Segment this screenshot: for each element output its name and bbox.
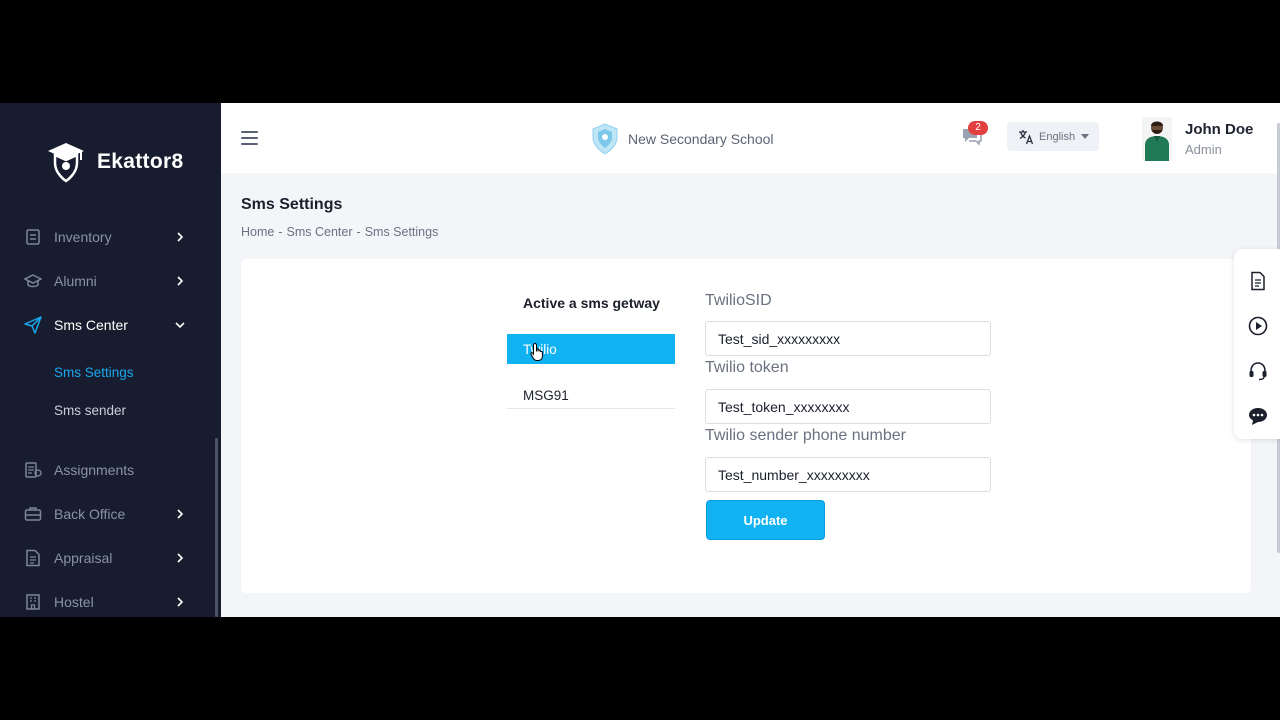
twilio-sid-input[interactable] — [705, 321, 991, 356]
sidebar-item-hostel[interactable]: Hostel — [0, 582, 210, 617]
user-role: Admin — [1185, 142, 1222, 157]
sidebar-item-label: Sms Center — [54, 317, 128, 333]
sidebar-item-assignments[interactable]: Assignments — [0, 450, 210, 490]
chevron-right-icon — [177, 276, 184, 286]
building-icon — [26, 594, 40, 610]
hand-cursor-icon — [530, 342, 543, 361]
play-circle-icon[interactable] — [1248, 316, 1268, 336]
sidebar-item-label: Appraisal — [54, 550, 113, 566]
headset-support-icon[interactable] — [1248, 361, 1268, 381]
gateway-heading: Active a sms getway — [523, 295, 660, 311]
translate-icon — [1019, 129, 1034, 144]
message-count-badge: 2 — [968, 121, 988, 135]
chevron-down-icon — [175, 322, 185, 329]
sidebar-item-inventory[interactable]: Inventory — [0, 217, 210, 257]
chat-bubble-icon[interactable] — [1248, 406, 1268, 426]
chevron-right-icon — [177, 232, 184, 242]
sms-settings-card: Active a sms getway Twilio MSG91 TwilioS… — [241, 259, 1251, 593]
chevron-right-icon — [177, 509, 184, 519]
sidebar-subitem-sms-sender[interactable]: Sms sender — [54, 403, 126, 418]
sidebar-item-appraisal[interactable]: Appraisal — [0, 538, 210, 578]
twilio-sid-label: TwilioSID — [705, 292, 772, 309]
sidebar: Ekattor8 Inventory Alumni Sms Center Sms… — [0, 103, 221, 617]
twilio-token-label: Twilio token — [705, 359, 789, 376]
brand[interactable]: Ekattor8 — [46, 141, 183, 183]
sidebar-item-label: Alumni — [54, 273, 97, 289]
sidebar-item-label: Hostel — [54, 594, 94, 610]
twilio-phone-label: Twilio sender phone number — [705, 427, 907, 444]
brand-logo-icon — [48, 143, 84, 183]
brand-name: Ekattor8 — [97, 150, 184, 173]
school-name: New Secondary School — [628, 131, 774, 147]
briefcase-icon — [24, 507, 42, 521]
sidebar-item-label: Back Office — [54, 506, 126, 522]
breadcrumb-home[interactable]: Home — [241, 225, 274, 239]
hamburger-menu-icon[interactable] — [241, 131, 258, 145]
top-header: New Secondary School 2 English John Doe … — [221, 103, 1280, 553]
user-name: John Doe — [1185, 121, 1254, 138]
sidebar-scrollbar[interactable] — [215, 438, 218, 617]
breadcrumb-separator: - — [278, 225, 283, 239]
twilio-phone-input[interactable] — [705, 457, 991, 492]
chevron-right-icon — [177, 553, 184, 563]
language-label: English — [1039, 130, 1076, 143]
app-window: Ekattor8 Inventory Alumni Sms Center Sms… — [0, 103, 1280, 617]
sidebar-item-back-office[interactable]: Back Office — [0, 494, 210, 534]
floating-toolbar — [1234, 249, 1280, 439]
breadcrumb-sms-settings: Sms Settings — [364, 225, 439, 239]
breadcrumb: Home - Sms Center - Sms Settings — [241, 225, 438, 239]
sidebar-item-sms-center[interactable]: Sms Center — [0, 305, 210, 345]
breadcrumb-separator: - — [356, 225, 361, 239]
update-button[interactable]: Update — [706, 500, 825, 540]
gateway-divider — [507, 408, 675, 409]
gateway-tab-msg91[interactable]: MSG91 — [507, 380, 675, 410]
breadcrumb-sms-center[interactable]: Sms Center — [287, 225, 353, 239]
sidebar-subitem-sms-settings[interactable]: Sms Settings — [54, 365, 134, 380]
twilio-token-input[interactable] — [705, 389, 991, 424]
avatar[interactable] — [1142, 117, 1172, 161]
sidebar-item-label: Assignments — [54, 462, 135, 478]
sidebar-item-alumni[interactable]: Alumni — [0, 261, 210, 301]
language-selector[interactable]: English — [1007, 122, 1099, 151]
document-icon — [26, 549, 40, 567]
school-info: New Secondary School — [591, 123, 774, 155]
inventory-icon — [26, 229, 40, 245]
assignment-icon — [25, 462, 42, 478]
sidebar-item-label: Inventory — [54, 229, 112, 245]
school-shield-icon — [592, 123, 618, 155]
chevron-right-icon — [177, 597, 184, 607]
caret-down-icon — [1081, 134, 1090, 139]
page-title: Sms Settings — [241, 196, 343, 213]
graduation-cap-icon — [24, 274, 42, 288]
document-icon[interactable] — [1248, 271, 1268, 291]
paper-plane-icon — [24, 316, 42, 334]
